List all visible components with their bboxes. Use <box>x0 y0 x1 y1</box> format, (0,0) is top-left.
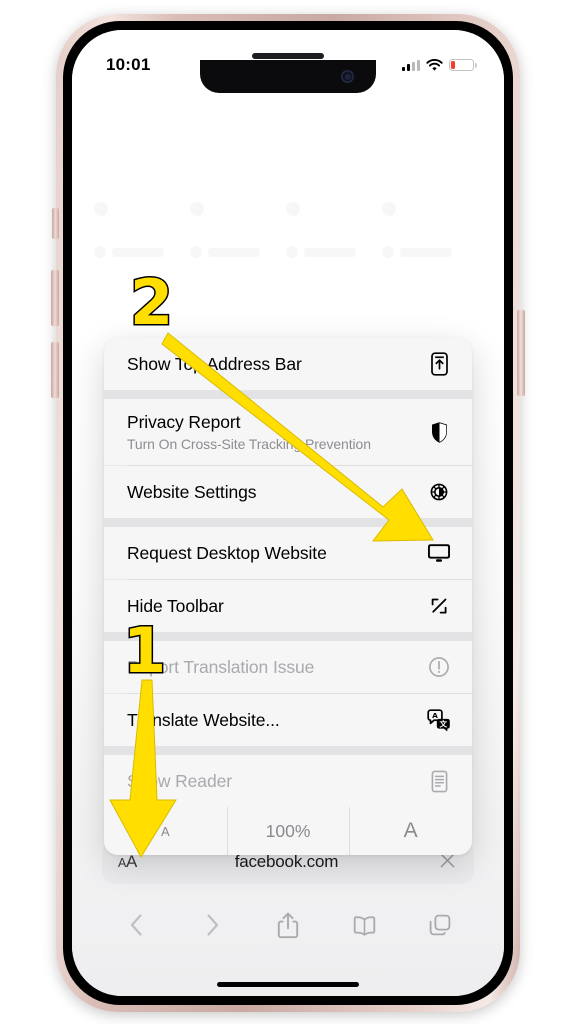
earpiece-speaker <box>252 53 324 59</box>
silent-switch-button[interactable] <box>52 208 59 239</box>
menu-item-sublabel: Turn On Cross-Site Tracking Prevention <box>127 436 371 452</box>
translate-bubbles-icon: A 文 <box>426 709 452 731</box>
menu-group-separator <box>104 746 472 755</box>
menu-item-label: Privacy Report <box>127 412 241 432</box>
menu-item-label: Show Reader <box>127 770 232 791</box>
menu-group-separator <box>104 390 472 399</box>
signal-bars-icon <box>402 59 420 71</box>
zoom-decrease-button[interactable]: A <box>104 807 227 855</box>
front-camera-icon <box>341 70 354 83</box>
volume-up-button[interactable] <box>51 270 59 326</box>
svg-text:文: 文 <box>440 719 448 729</box>
aa-small-a: A <box>118 856 126 870</box>
menu-group-separator <box>104 632 472 641</box>
menu-item-hide-toolbar[interactable]: Hide Toolbar <box>104 580 472 632</box>
wifi-icon <box>426 58 443 72</box>
status-bar-clock: 10:01 <box>106 55 151 74</box>
browser-toolbar[interactable] <box>72 898 504 952</box>
share-button[interactable] <box>250 912 326 939</box>
shield-half-icon <box>426 421 452 444</box>
safari-page-settings-menu[interactable]: Show Top Address Bar Privacy Report Turn… <box>104 338 472 855</box>
menu-group-separator <box>104 518 472 527</box>
url-text[interactable]: facebook.com <box>137 852 436 872</box>
menu-item-translate-website[interactable]: Translate Website... A 文 <box>104 694 472 746</box>
menu-item-website-settings[interactable]: Website Settings <box>104 466 472 518</box>
menu-item-request-desktop-website[interactable]: Request Desktop Website <box>104 527 472 579</box>
desktop-monitor-icon <box>426 543 452 563</box>
tabs-button[interactable] <box>402 913 478 937</box>
menu-item-label: Report Translation Issue <box>127 656 315 677</box>
menu-item-label: Translate Website... <box>127 709 280 730</box>
exclamation-circle-icon <box>426 656 452 678</box>
menu-item-label: Request Desktop Website <box>127 542 327 563</box>
menu-item-label: Show Top Address Bar <box>127 353 302 374</box>
bookmarks-button[interactable] <box>326 915 402 936</box>
menu-item-show-reader[interactable]: Show Reader <box>104 755 472 807</box>
volume-down-button[interactable] <box>51 342 59 398</box>
zoom-increase-button[interactable]: A <box>349 807 472 855</box>
phone-screen: 10:01 Show Top Address Bar Privacy Repor… <box>72 30 504 996</box>
status-bar-indicators <box>402 58 477 72</box>
zoom-level-value: 100% <box>226 807 350 855</box>
battery-low-icon <box>449 59 477 71</box>
back-button[interactable] <box>98 913 174 937</box>
reader-document-icon <box>426 770 452 793</box>
svg-text:A: A <box>432 711 438 720</box>
menu-item-show-top-address-bar[interactable]: Show Top Address Bar <box>104 338 472 390</box>
expand-diagonal-arrows-icon <box>426 595 452 617</box>
display-notch <box>200 53 376 93</box>
phone-up-arrow-icon <box>426 352 452 376</box>
page-format-aa-button[interactable]: AA <box>118 852 137 872</box>
home-indicator <box>217 982 359 987</box>
menu-item-report-translation-issue[interactable]: Report Translation Issue <box>104 641 472 693</box>
menu-item-privacy-report[interactable]: Privacy Report Turn On Cross-Site Tracki… <box>104 399 472 465</box>
page-zoom-row[interactable]: A 100% A <box>104 807 472 855</box>
forward-button[interactable] <box>174 913 250 937</box>
menu-item-label: Website Settings <box>127 481 257 502</box>
power-button[interactable] <box>517 310 525 396</box>
gear-icon <box>426 481 452 503</box>
menu-item-label: Hide Toolbar <box>127 595 224 616</box>
